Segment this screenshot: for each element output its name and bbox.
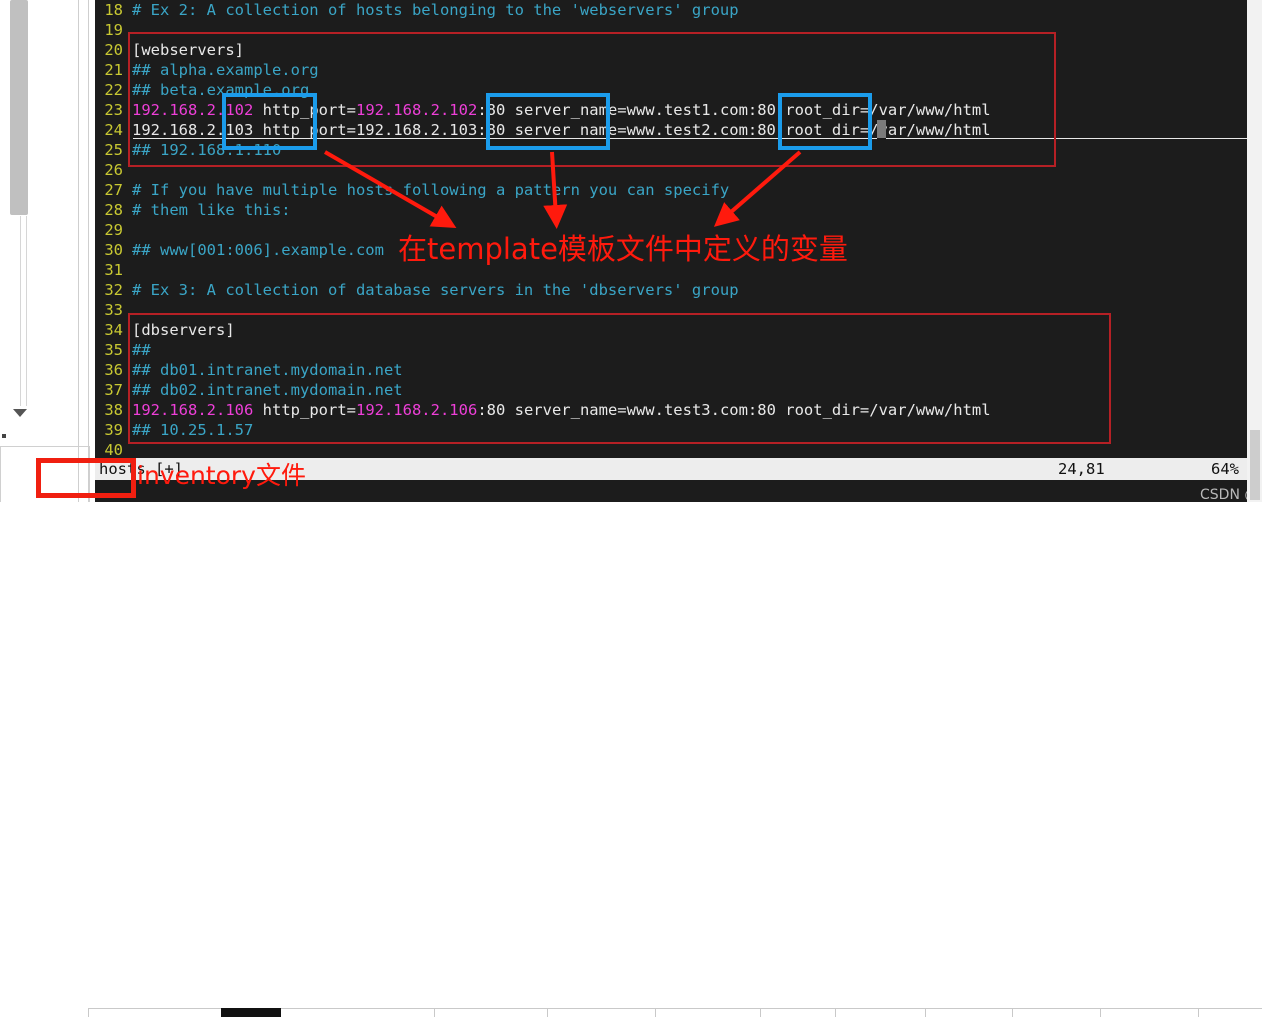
code-token: # Ex 2: A collection of hosts belonging … [132, 1, 739, 19]
line-number: 36 [104, 361, 123, 379]
line-number: 18 [104, 1, 123, 19]
line-number: 28 [104, 201, 123, 219]
code-line[interactable]: 32 # Ex 3: A collection of database serve… [95, 280, 991, 300]
line-number: 21 [104, 61, 123, 79]
code-token: 192.168.2.102 [132, 101, 254, 119]
code-line[interactable]: 24 192.168.2.103 http_port=192.168.2.103:… [95, 120, 991, 140]
left-panel-box [0, 446, 90, 505]
line-number: 30 [104, 241, 123, 259]
code-token: ## [132, 341, 151, 359]
line-number: 23 [104, 101, 123, 119]
code-token: # If you have multiple hosts following a… [132, 181, 730, 199]
taskbar [0, 502, 1262, 1017]
left-scrollbar-thumb[interactable] [10, 0, 28, 215]
code-line[interactable]: 25 ## 192.168.1.110 [95, 140, 991, 160]
code-token: http_port= [253, 101, 356, 119]
left-rail-line-2 [26, 216, 27, 406]
taskbar-item-1[interactable] [88, 1008, 89, 1017]
code-line[interactable]: 34 [dbservers] [95, 320, 991, 340]
status-cursor-position: 24,81 [1058, 460, 1105, 478]
line-number: 33 [104, 301, 123, 319]
code-token: [dbservers] [132, 321, 235, 339]
code-line[interactable]: 22 ## beta.example.org [95, 80, 991, 100]
code-token: ## 10.25.1.57 [132, 421, 254, 439]
line-number: 40 [104, 441, 123, 459]
left-marker-dot [2, 434, 6, 438]
code-token: 192.168.2.103 http_port=192.168.2.103:80… [132, 121, 991, 139]
code-token: # them like this: [132, 201, 291, 219]
cursor-line-underline-left [133, 138, 877, 139]
code-line[interactable]: 38 192.168.2.106 http_port=192.168.2.106:… [95, 400, 991, 420]
code-token: # Ex 3: A collection of database servers… [132, 281, 739, 299]
code-line[interactable]: 28 # them like this: [95, 200, 991, 220]
taskbar-item-4[interactable] [547, 1008, 548, 1017]
code-token: ## db01.intranet.mydomain.net [132, 361, 403, 379]
code-token: ## db02.intranet.mydomain.net [132, 381, 403, 399]
taskbar-item-6[interactable] [760, 1008, 761, 1017]
left-pane [0, 0, 95, 515]
code-token: 192.168.2.106 [355, 401, 478, 419]
csdn-watermark: CSDN @白幽幽白 [1200, 487, 1247, 502]
text-cursor [877, 120, 886, 138]
code-token: 192.168.2.102 [355, 101, 478, 119]
line-number: 35 [104, 341, 123, 359]
taskbar-item-11[interactable] [1198, 1008, 1199, 1017]
chevron-down-icon[interactable] [13, 409, 27, 417]
taskbar-item-active[interactable] [221, 1008, 281, 1017]
code-line[interactable]: 36 ## db01.intranet.mydomain.net [95, 360, 991, 380]
inventory-annotation-text: inventory文件 [137, 461, 306, 490]
line-number: 22 [104, 81, 123, 99]
line-number: 20 [104, 41, 123, 59]
line-number: 29 [104, 221, 123, 239]
code-token: 192.168.2.106 [132, 401, 254, 419]
line-number: 26 [104, 161, 123, 179]
screenshot-root: 18 # Ex 2: A collection of hosts belongin… [0, 0, 1262, 1017]
line-number: 31 [104, 261, 123, 279]
code-line[interactable]: 26 [95, 160, 991, 180]
code-line[interactable]: 18 # Ex 2: A collection of hosts belongin… [95, 0, 991, 20]
code-token: ## www[001:006].example.com [132, 241, 384, 259]
line-number: 27 [104, 181, 123, 199]
line-number: 32 [104, 281, 123, 299]
taskbar-item-5[interactable] [655, 1008, 656, 1017]
taskbar-item-3[interactable] [434, 1008, 435, 1017]
code-token: ## alpha.example.org [132, 61, 319, 79]
taskbar-item-9[interactable] [1012, 1008, 1013, 1017]
code-token: ## beta.example.org [132, 81, 310, 99]
taskbar-item-10[interactable] [1100, 1008, 1101, 1017]
line-number: 24 [104, 121, 123, 139]
cursor-line-underline-right [886, 138, 1247, 139]
line-number: 19 [104, 21, 123, 39]
status-scroll-percent: 64% [1211, 460, 1239, 478]
line-number: 25 [104, 141, 123, 159]
code-token: ## 192.168.1.110 [132, 141, 282, 159]
code-token: :80 server_name=www.test1.com:80 root_di… [477, 101, 991, 119]
right-scrollbar-thumb[interactable] [1250, 430, 1260, 500]
left-divider-2 [88, 0, 89, 502]
code-line[interactable]: 27 # If you have multiple hosts following… [95, 180, 991, 200]
line-number: 34 [104, 321, 123, 339]
line-number: 38 [104, 401, 123, 419]
code-line[interactable]: 33 [95, 300, 991, 320]
code-line[interactable]: 19 [95, 20, 991, 40]
left-divider-1 [78, 0, 79, 515]
code-token: :80 server_name=www.test3.com:80 root_di… [477, 401, 991, 419]
code-line[interactable]: 35 ## [95, 340, 991, 360]
taskbar-item-8[interactable] [925, 1008, 926, 1017]
line-number: 39 [104, 421, 123, 439]
line-number: 37 [104, 381, 123, 399]
code-token: [webservers] [132, 41, 244, 59]
code-token: http_port= [253, 401, 356, 419]
right-scrollbar-track[interactable] [1247, 0, 1262, 502]
code-line[interactable]: 37 ## db02.intranet.mydomain.net [95, 380, 991, 400]
variables-annotation-text: 在template模板文件中定义的变量 [398, 232, 848, 266]
code-line[interactable]: 39 ## 10.25.1.57 [95, 420, 991, 440]
taskbar-item-7[interactable] [835, 1008, 836, 1017]
code-line[interactable]: 21 ## alpha.example.org [95, 60, 991, 80]
code-line[interactable]: 20 [webservers] [95, 40, 991, 60]
code-line[interactable]: 23 192.168.2.102 http_port=192.168.2.102:… [95, 100, 991, 120]
left-rail-line-1 [20, 216, 21, 406]
